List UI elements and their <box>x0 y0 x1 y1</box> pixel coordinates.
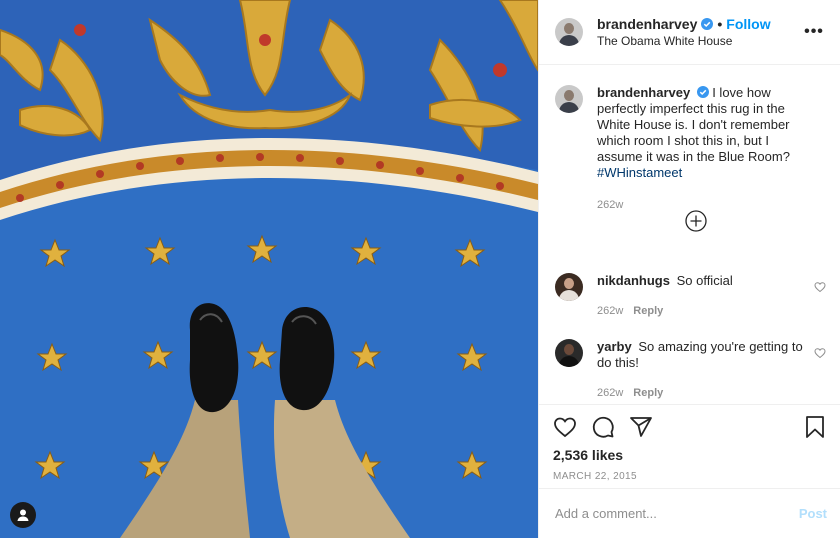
caption-age: 262w <box>597 199 624 211</box>
likes-count[interactable]: 2,536 likes <box>553 447 827 463</box>
reply-button[interactable]: Reply <box>633 303 663 319</box>
reply-button[interactable]: Reply <box>633 385 663 401</box>
comment-input[interactable] <box>555 506 799 521</box>
comment-item: nikdanhugs So official 262w Reply <box>555 273 826 319</box>
instagram-post: brandenharvey • Follow The Obama White H… <box>0 0 840 538</box>
header-separator: • <box>717 16 723 32</box>
heart-icon[interactable] <box>814 281 826 293</box>
commenter-avatar[interactable] <box>555 339 583 367</box>
caption-avatar[interactable] <box>555 85 583 113</box>
post-actions: 2,536 likes MARCH 22, 2015 <box>539 404 840 482</box>
verified-icon <box>701 18 714 30</box>
caption: brandenharvey I love how perfectly imperf… <box>555 85 826 213</box>
comments-section: brandenharvey I love how perfectly imperf… <box>539 65 840 405</box>
more-options-button[interactable]: ••• <box>802 20 826 44</box>
tag-user-icon <box>17 509 29 521</box>
tag-user-button[interactable] <box>10 502 36 528</box>
heart-icon[interactable] <box>814 347 826 359</box>
author-avatar[interactable] <box>555 18 583 46</box>
location-link[interactable]: The Obama White House <box>597 34 802 48</box>
commenter-username[interactable]: nikdanhugs <box>597 273 670 288</box>
post-photo[interactable] <box>0 0 538 538</box>
post-header: brandenharvey • Follow The Obama White H… <box>539 0 840 65</box>
comment-age: 262w <box>597 305 624 317</box>
heart-icon[interactable] <box>553 415 577 439</box>
rug-and-shoes-image <box>0 0 538 538</box>
bookmark-icon[interactable] <box>803 415 827 439</box>
post-comment-button[interactable]: Post <box>799 506 827 521</box>
load-more-icon[interactable] <box>685 210 707 232</box>
hashtag-link[interactable]: #WHinstameet <box>597 165 682 180</box>
comment-age: 262w <box>597 387 624 399</box>
author-username[interactable]: brandenharvey <box>597 16 697 32</box>
commenter-username[interactable]: yarby <box>597 339 632 354</box>
commenter-avatar[interactable] <box>555 273 583 301</box>
comment-item: yarby So amazing you're getting to do th… <box>555 339 826 401</box>
post-date: MARCH 22, 2015 <box>553 471 637 482</box>
share-icon[interactable] <box>629 415 653 439</box>
follow-button[interactable]: Follow <box>726 16 770 32</box>
caption-username[interactable]: brandenharvey <box>597 85 690 100</box>
more-icon: ••• <box>804 23 824 40</box>
comment-icon[interactable] <box>591 415 615 439</box>
verified-icon <box>697 86 710 98</box>
add-comment-bar: Post <box>539 488 840 538</box>
comment-text: So official <box>676 273 733 288</box>
post-side-panel: brandenharvey • Follow The Obama White H… <box>538 0 840 538</box>
